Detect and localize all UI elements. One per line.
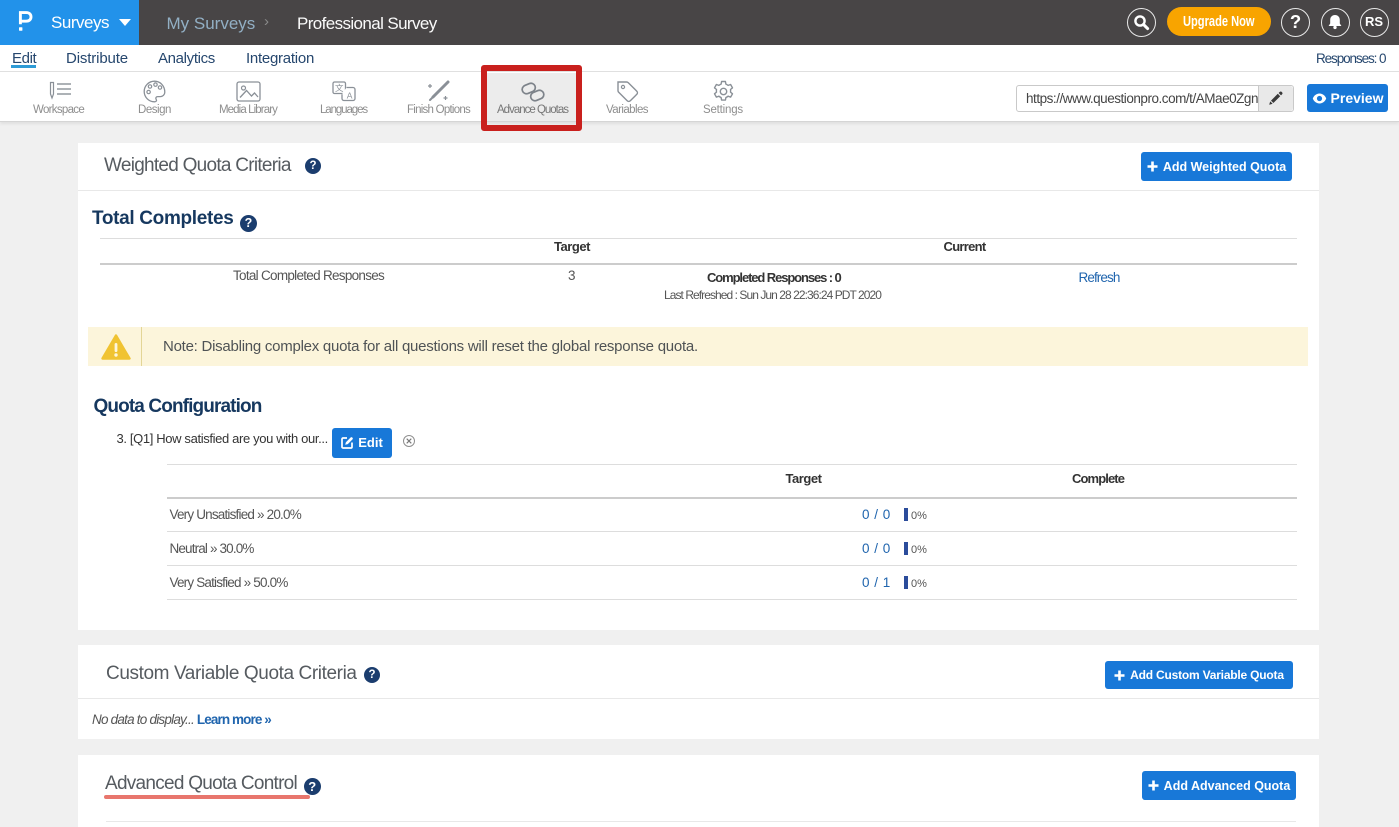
svg-text:A: A (347, 90, 353, 100)
svg-text:文: 文 (335, 83, 344, 93)
